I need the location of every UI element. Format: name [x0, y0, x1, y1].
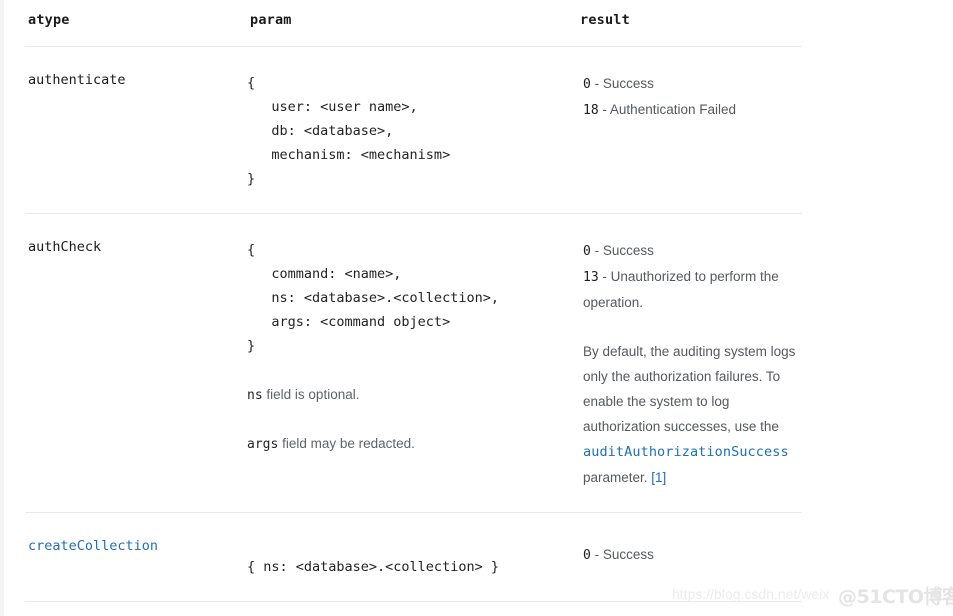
- result-separator: -: [598, 102, 610, 117]
- result-text: Unauthorized to perform the operation.: [583, 269, 779, 310]
- column-header-atype: atype: [25, 0, 247, 47]
- param-block: { user: <user name>, db: <database>, mec…: [247, 47, 577, 213]
- param-note-field: ns: [247, 388, 263, 403]
- result-line: 0 - Success: [583, 238, 802, 264]
- result-text: Success: [602, 547, 654, 562]
- atype-value: authenticate: [28, 72, 126, 88]
- result-text: Success: [602, 243, 654, 258]
- result-code: 0: [583, 77, 591, 92]
- param-note-text: field is optional.: [262, 387, 360, 402]
- result-code: 0: [583, 244, 591, 259]
- param-note: ns field is optional.: [247, 384, 577, 407]
- result-separator: -: [590, 76, 603, 91]
- table-row: authCheck { command: <name>, ns: <databa…: [25, 213, 802, 513]
- footnote-link[interactable]: [1]: [651, 470, 666, 485]
- table-header-row: atype param result: [25, 0, 802, 47]
- param-block: { command: <name>, ns: <database>.<colle…: [247, 214, 577, 478]
- column-header-result: result: [577, 0, 802, 47]
- param-code: { user: <user name>, db: <database>, mec…: [247, 75, 451, 187]
- result-block: 0 - Success 18 - Authentication Failed: [577, 47, 802, 145]
- audit-action-types-table: atype param result authenticate { user: …: [25, 0, 802, 602]
- param-note-field: args: [247, 437, 279, 452]
- result-line: 18 - Authentication Failed: [583, 97, 802, 123]
- table-row: authenticate { user: <user name>, db: <d…: [25, 46, 802, 214]
- cell-result: 0 - Success: [577, 512, 802, 602]
- result-code: 18: [583, 103, 599, 118]
- result-code: 0: [583, 548, 591, 563]
- paragraph-tail: parameter.: [583, 470, 652, 485]
- result-text: Authentication Failed: [609, 102, 737, 117]
- result-block: 0 - Success: [577, 513, 802, 590]
- cell-atype: createCollection: [25, 512, 247, 602]
- result-block: 0 - Success 13 - Unauthorized to perform…: [577, 214, 802, 512]
- param-code: { command: <name>, ns: <database>.<colle…: [247, 242, 499, 354]
- table-header: atype param result: [25, 0, 802, 47]
- result-paragraph: By default, the auditing system logs onl…: [583, 339, 802, 490]
- param-block: { ns: <database>.<collection> }: [247, 513, 577, 601]
- paragraph-lead: By default, the auditing system logs onl…: [583, 344, 796, 434]
- cell-param: { user: <user name>, db: <database>, mec…: [247, 46, 577, 214]
- cell-param: { ns: <database>.<collection> }: [247, 512, 577, 602]
- result-text: Success: [602, 76, 654, 91]
- cell-result: 0 - Success 13 - Unauthorized to perform…: [577, 213, 802, 513]
- result-separator: -: [598, 269, 611, 284]
- result-line: 13 - Unauthorized to perform the operati…: [583, 264, 802, 315]
- atype-value: authCheck: [28, 239, 102, 255]
- 51cto-watermark: @51CTO博客: [838, 586, 953, 608]
- param-code: { ns: <database>.<collection> }: [247, 559, 499, 575]
- cell-result: 0 - Success 18 - Authentication Failed: [577, 46, 802, 214]
- result-separator: -: [590, 243, 603, 258]
- create-collection-link[interactable]: createCollection: [25, 513, 247, 554]
- audit-reference-page: atype param result authenticate { user: …: [0, 0, 953, 616]
- cell-atype: authCheck: [25, 213, 247, 513]
- cell-param: { command: <name>, ns: <database>.<colle…: [247, 213, 577, 513]
- result-separator: -: [590, 547, 603, 562]
- param-note-text: field may be redacted.: [278, 436, 415, 451]
- param-note: args field may be redacted.: [247, 433, 577, 456]
- cell-atype: authenticate: [25, 46, 247, 214]
- audit-authorization-success-link[interactable]: auditAuthorizationSuccess: [583, 444, 789, 460]
- table-row: createCollection { ns: <database>.<colle…: [25, 512, 802, 602]
- result-line: 0 - Success: [583, 71, 802, 97]
- result-code: 13: [583, 270, 599, 285]
- table-body: authenticate { user: <user name>, db: <d…: [25, 46, 802, 602]
- result-line: 0 - Success: [583, 542, 802, 568]
- column-header-param: param: [247, 0, 577, 47]
